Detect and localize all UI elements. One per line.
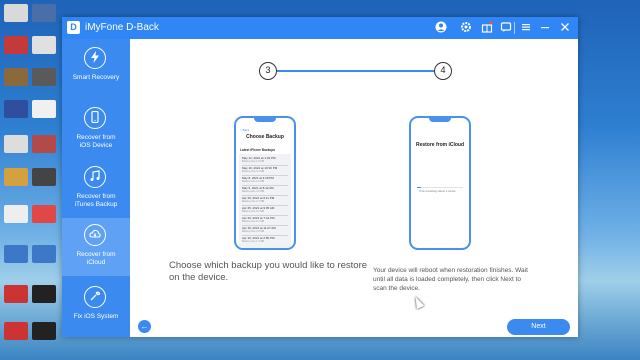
phone-screen-title: Choose Backup [246, 134, 284, 140]
feedback-icon[interactable] [499, 21, 513, 35]
backup-list: May 12, 2021 at 1:04 PM Backup size 2.3 M… [239, 154, 291, 248]
sidebar-item-icloud[interactable]: Recover from iCloud [62, 218, 130, 276]
sidebar-item-label: Recover from iCloud [76, 251, 116, 266]
desktop-icon[interactable] [32, 135, 56, 153]
restore-progress-fill [417, 187, 421, 188]
desktop-icon[interactable] [32, 168, 56, 186]
music-icon [84, 166, 106, 188]
back-button[interactable]: ← [138, 320, 151, 333]
restore-progress-bar [417, 187, 463, 188]
instruction-restore-reboot: Your device will reboot when restoration… [373, 267, 528, 292]
phone-back-link: < Back [240, 128, 250, 132]
phone-notch [254, 118, 276, 122]
desktop-icon[interactable] [32, 285, 56, 303]
desktop-icon[interactable] [32, 68, 56, 86]
restore-progress-text: Time remaining: About 1 minute [419, 190, 456, 193]
desktop-icon[interactable] [4, 135, 28, 153]
desktop-icon[interactable] [32, 36, 56, 54]
sidebar-item-label: Fix iOS System [73, 313, 119, 320]
step-3-indicator: 3 [259, 62, 277, 80]
backup-row: Apr 15, 2021 at 11:27 AM Backup size 3.6 … [242, 226, 276, 233]
desktop-icon[interactable] [4, 100, 28, 118]
wrench-icon [84, 286, 106, 308]
phone-choose-backup: < Back Choose Backup Latest iPhone Backu… [234, 116, 296, 250]
desktop-icon[interactable] [4, 68, 28, 86]
minimize-icon[interactable] [538, 21, 552, 35]
step-4-indicator: 4 [434, 62, 452, 80]
close-icon[interactable] [558, 21, 572, 35]
menu-icon[interactable] [519, 21, 533, 35]
instruction-choose-backup: Choose which backup you would like to re… [169, 260, 368, 283]
backup-row: May 10, 2021 at 10:30 PM Backup size 4.1 … [242, 166, 278, 173]
sidebar-item-smart-recovery[interactable]: Smart Recovery [62, 41, 130, 99]
desktop-icon[interactable] [32, 205, 56, 223]
lightning-icon [84, 47, 106, 69]
mouse-cursor [411, 294, 425, 310]
backup-row: May 12, 2021 at 1:04 PM Backup size 2.3 M… [242, 156, 276, 163]
desktop-icon[interactable] [4, 322, 28, 340]
backup-row: Apr 10, 2021 at 2:50 PM Backup size 1.4 M… [242, 236, 275, 243]
user-icon[interactable] [434, 21, 448, 35]
desktop-icon[interactable] [32, 4, 56, 22]
desktop-icon[interactable] [32, 100, 56, 118]
phone-icon [84, 107, 106, 129]
sidebar-item-ios-device[interactable]: Recover from iOS Device [62, 101, 130, 159]
desktop-icon[interactable] [4, 245, 28, 263]
next-button[interactable]: Next [507, 319, 570, 335]
app-title: iMyFone D-Back [85, 22, 159, 33]
desktop-icons [0, 0, 62, 360]
desktop-icon[interactable] [4, 36, 28, 54]
title-bar: D iMyFone D-Back [62, 17, 578, 39]
desktop-icon[interactable] [4, 205, 28, 223]
cloud-icon [84, 224, 106, 246]
desktop-icon[interactable] [4, 4, 28, 22]
desktop-icon[interactable] [4, 285, 28, 303]
sidebar: Smart Recovery Recover from iOS Device R… [62, 39, 130, 337]
sidebar-item-label: Recover from iTunes Backup [74, 193, 118, 208]
app-logo-icon: D [67, 21, 80, 34]
phone-screen-title: Restore from iCloud [415, 142, 465, 148]
phone-restore-icloud: Restore from iCloud Time remaining: Abou… [409, 116, 471, 250]
app-window: D iMyFone D-Back Smart Recovery Recover … [62, 17, 578, 337]
backup-row: Apr 20, 2021 at 7:44 PM Backup size 2.1 M… [242, 216, 275, 223]
step-connector [277, 70, 434, 72]
gift-icon[interactable] [480, 21, 494, 35]
gear-icon[interactable] [459, 21, 473, 35]
phone-notch [429, 118, 451, 122]
backup-row: Apr 25, 2021 at 9:05 AM Backup size 5.2 M… [242, 206, 275, 213]
main-content: 3 4 < Back Choose Backup Latest iPhone B… [130, 39, 578, 337]
sidebar-item-fix-ios[interactable]: Fix iOS System [62, 280, 130, 338]
desktop-icon[interactable] [32, 322, 56, 340]
backup-row: Apr 29, 2021 at 6:11 PM Backup size 2.7 M… [242, 196, 275, 203]
desktop-icon[interactable] [4, 168, 28, 186]
desktop-icon[interactable] [32, 245, 56, 263]
sidebar-item-label: Recover from iOS Device [76, 134, 116, 149]
backup-row: May 8, 2021 at 3:18 PM Backup size 1.9 MB [242, 176, 274, 183]
phone-screen-subtitle: Latest iPhone Backups [240, 148, 276, 152]
titlebar-divider [514, 22, 515, 34]
backup-row: May 5, 2021 at 8:42 AM Backup size 3.0 MB [242, 186, 274, 193]
sidebar-item-itunes-backup[interactable]: Recover from iTunes Backup [62, 160, 130, 218]
sidebar-item-label: Smart Recovery [72, 74, 120, 81]
